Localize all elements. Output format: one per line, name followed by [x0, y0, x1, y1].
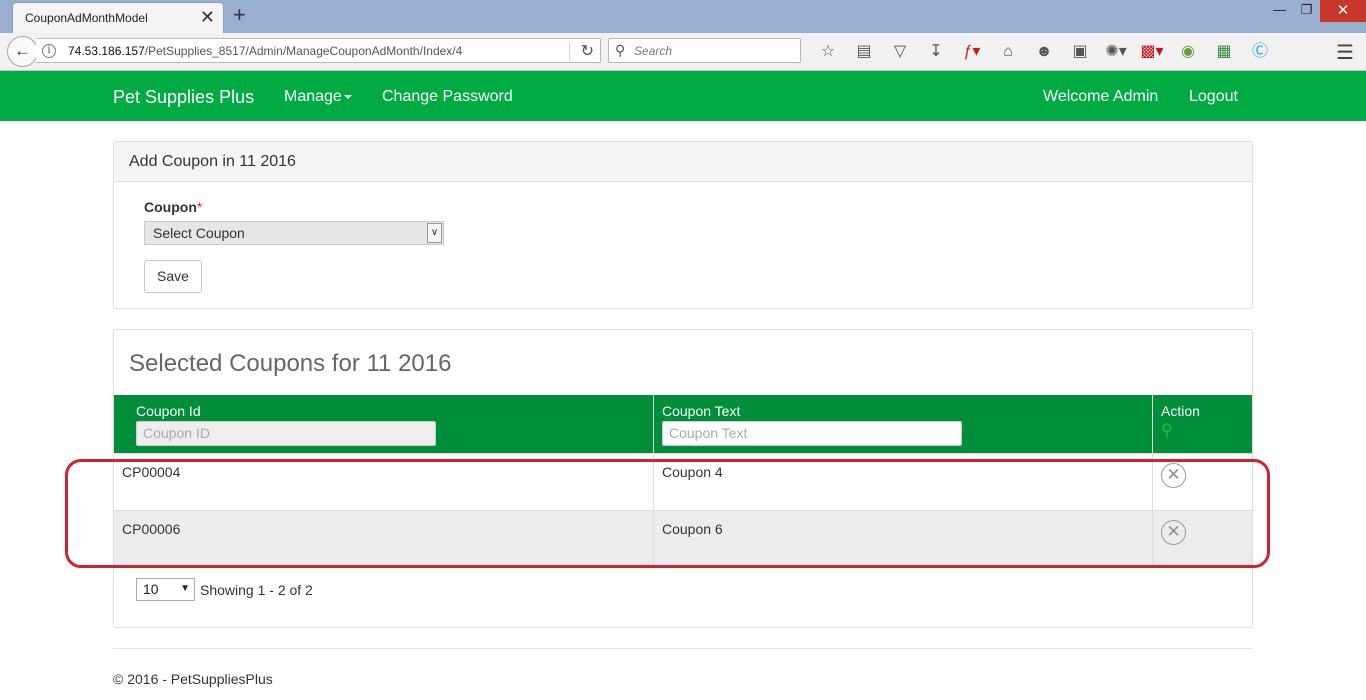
restore-button[interactable]: ❐ — [1293, 0, 1320, 22]
face-icon[interactable]: ☻ — [1026, 42, 1062, 62]
footer-text: © 2016 - PetSuppliesPlus — [113, 671, 273, 687]
page-size-select[interactable]: 10 ▼ — [136, 578, 195, 601]
tab-close-icon[interactable]: ✕ — [200, 8, 215, 26]
coupon-label: Coupon* — [144, 199, 203, 215]
star-icon[interactable]: ☆ — [810, 42, 846, 62]
manage-dropdown[interactable]: Manage — [284, 88, 352, 106]
address-bar[interactable]: i 74.53.186.157/PetSupplies_8517/Admin/M… — [36, 38, 601, 63]
green-search-icon[interactable]: ⚲ — [1161, 421, 1244, 441]
pager: 10 ▼ Showing 1 - 2 of 2 — [136, 578, 313, 601]
reading-list-icon[interactable]: ▤ — [846, 42, 882, 62]
download-icon[interactable]: ↧ — [918, 42, 954, 62]
logout-link[interactable]: Logout — [1189, 88, 1238, 106]
change-password-link[interactable]: Change Password — [382, 88, 513, 106]
site-navbar: Pet Supplies Plus Manage Change Password… — [0, 71, 1366, 121]
required-mark: * — [196, 199, 203, 215]
news-icon[interactable]: ▩▾ — [1134, 42, 1170, 62]
window-controls: — ❐ ✕ — [1266, 0, 1366, 22]
footer-divider — [113, 648, 1253, 649]
annotation-highlight — [65, 459, 1270, 568]
browser-toolbar: ← i 74.53.186.157/PetSupplies_8517/Admin… — [0, 33, 1366, 71]
column-coupon-id: Coupon Id Coupon ID — [114, 395, 654, 453]
save-button[interactable]: Save — [144, 260, 202, 293]
url-divider — [569, 42, 570, 60]
back-arrow-icon[interactable]: ← — [7, 36, 38, 67]
column-coupon-text: Coupon Text Coupon Text — [654, 395, 1153, 453]
screenshot-icon[interactable]: ▣ — [1062, 42, 1098, 62]
window-close-button[interactable]: ✕ — [1320, 0, 1366, 22]
toolbar-icons: ☆ ▤ ▽ ↧ ƒ▾ ⌂ ☻ ▣ ✺▾ ▩▾ ◉ ▦ Ⓒ — [810, 41, 1278, 63]
addon-icon[interactable]: ▦ — [1206, 42, 1242, 62]
column-header-label: Action — [1161, 403, 1200, 419]
pocket-icon[interactable]: ▽ — [882, 42, 918, 62]
coupon-select-value: Select Coupon — [153, 225, 245, 241]
chevron-down-icon[interactable]: ∨ — [427, 223, 442, 243]
home-icon[interactable]: ⌂ — [990, 42, 1026, 62]
info-icon[interactable]: i — [42, 44, 56, 58]
brand-link[interactable]: Pet Supplies Plus — [113, 87, 254, 108]
page-size-value: 10 — [143, 581, 159, 597]
welcome-link[interactable]: Welcome Admin — [1043, 88, 1158, 106]
new-tab-icon[interactable]: + — [233, 4, 246, 26]
column-header-label: Coupon Text — [662, 403, 741, 419]
add-coupon-panel: Add Coupon in 11 2016 Coupon* Select Cou… — [113, 141, 1253, 309]
coupon-id-filter-input[interactable]: Coupon ID — [136, 421, 436, 446]
url-text[interactable]: 74.53.186.157/PetSupplies_8517/Admin/Man… — [68, 44, 462, 58]
coupon-text-filter-input[interactable]: Coupon Text — [662, 421, 962, 446]
selected-coupons-heading: Selected Coupons for 11 2016 — [129, 350, 452, 377]
paging-status: Showing 1 - 2 of 2 — [200, 581, 313, 598]
bug-icon[interactable]: ✺▾ — [1098, 42, 1134, 62]
skype-icon[interactable]: Ⓒ — [1242, 42, 1278, 62]
column-action: Action ⚲ — [1153, 395, 1252, 453]
browser-search-input[interactable]: ⚲ Search — [608, 38, 801, 63]
search-placeholder: Search — [634, 44, 673, 58]
hamburger-menu-icon[interactable]: ☰ — [1336, 40, 1354, 65]
reload-icon[interactable]: ↻ — [581, 41, 594, 61]
minimize-button[interactable]: — — [1266, 0, 1293, 22]
tab-title: CouponAdMonthModel — [25, 11, 148, 25]
addon-icon[interactable]: ◉ — [1170, 42, 1206, 62]
browser-tab[interactable]: CouponAdMonthModel ✕ — [12, 2, 224, 33]
add-coupon-heading: Add Coupon in 11 2016 — [114, 142, 1252, 182]
flash-icon[interactable]: ƒ▾ — [954, 42, 990, 62]
chevron-down-icon: ▼ — [180, 583, 190, 594]
search-icon: ⚲ — [615, 42, 626, 58]
column-header-label: Coupon Id — [136, 403, 201, 419]
caret-down-icon — [343, 94, 352, 99]
table-header: Coupon Id Coupon ID Coupon Text Coupon T… — [114, 395, 1252, 453]
browser-tab-strip: CouponAdMonthModel ✕ + — ❐ ✕ — [0, 0, 1366, 33]
coupon-select[interactable]: Select Coupon ∨ — [144, 221, 444, 245]
